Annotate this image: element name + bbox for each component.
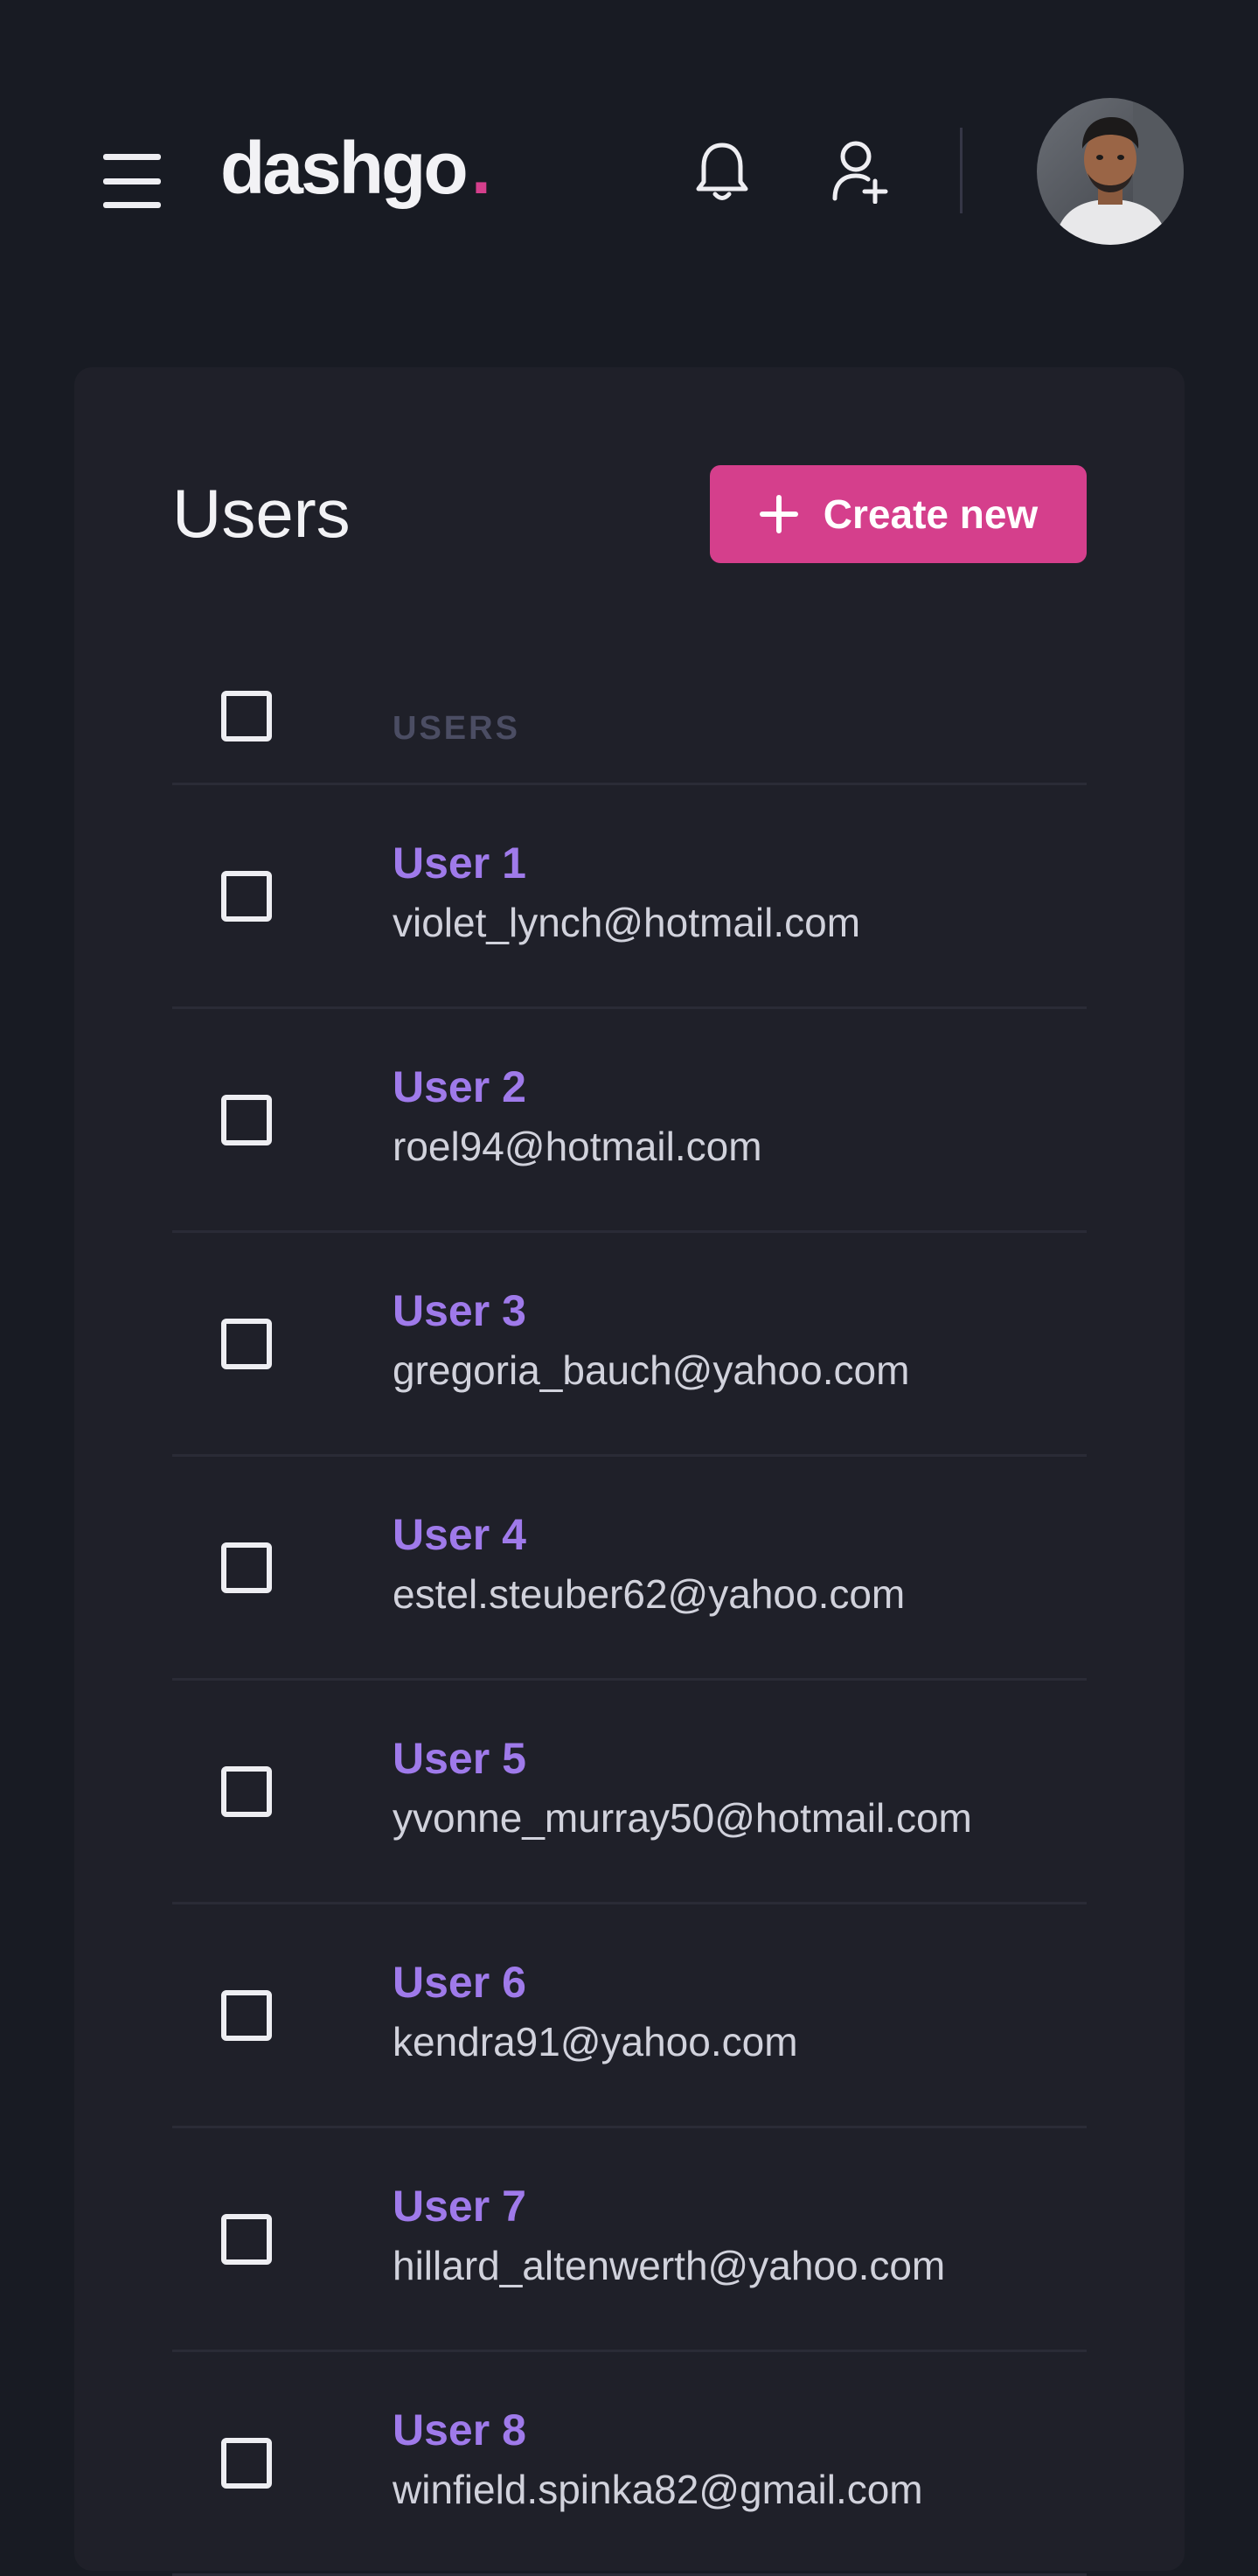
table-row[interactable]: User 8 winfield.spinka82@gmail.com — [172, 2352, 1087, 2576]
hamburger-menu-icon[interactable] — [103, 154, 164, 208]
row-checkbox[interactable] — [221, 1542, 272, 1593]
top-header: dashgo. — [0, 0, 1258, 350]
logo[interactable]: dashgo. — [220, 131, 491, 205]
plus-icon — [759, 495, 798, 533]
user-email: hillard_altenwerth@yahoo.com — [393, 2243, 946, 2288]
avatar[interactable] — [1037, 98, 1184, 245]
user-email: violet_lynch@hotmail.com — [393, 900, 861, 945]
row-checkbox[interactable] — [221, 2214, 272, 2265]
user-email: roel94@hotmail.com — [393, 1124, 762, 1169]
row-checkbox[interactable] — [221, 1766, 272, 1817]
user-email: estel.steuber62@yahoo.com — [393, 1571, 906, 1617]
table-header: USERS — [172, 647, 1087, 785]
logo-dot: . — [470, 127, 491, 209]
user-name[interactable]: User 5 — [393, 1737, 526, 1780]
user-email: yvonne_murray50@hotmail.com — [393, 1795, 972, 1841]
user-email: winfield.spinka82@gmail.com — [393, 2467, 923, 2512]
row-checkbox[interactable] — [221, 1990, 272, 2041]
user-name[interactable]: User 4 — [393, 1513, 526, 1556]
users-card: Users Create new USERS User 1 violet_lyn… — [74, 367, 1185, 2576]
table-row[interactable]: User 6 kendra91@yahoo.com — [172, 1904, 1087, 2128]
create-new-button[interactable]: Create new — [710, 465, 1087, 563]
table-row[interactable]: User 7 hillard_altenwerth@yahoo.com — [172, 2128, 1087, 2352]
select-all-checkbox[interactable] — [221, 691, 272, 741]
user-name[interactable]: User 7 — [393, 2184, 526, 2228]
users-table: USERS User 1 violet_lynch@hotmail.com Us… — [172, 647, 1087, 2576]
user-name[interactable]: User 2 — [393, 1065, 526, 1109]
row-checkbox[interactable] — [221, 871, 272, 922]
row-checkbox[interactable] — [221, 2438, 272, 2489]
page-title: Users — [172, 475, 351, 552]
row-checkbox[interactable] — [221, 1319, 272, 1369]
user-name[interactable]: User 3 — [393, 1289, 526, 1333]
table-row[interactable]: User 5 yvonne_murray50@hotmail.com — [172, 1681, 1087, 1904]
row-checkbox[interactable] — [221, 1095, 272, 1145]
table-row[interactable]: User 1 violet_lynch@hotmail.com — [172, 785, 1087, 1009]
bell-icon[interactable] — [687, 136, 757, 206]
user-name[interactable]: User 1 — [393, 841, 526, 885]
user-name[interactable]: User 6 — [393, 1960, 526, 2004]
user-email: kendra91@yahoo.com — [393, 2019, 798, 2064]
table-row[interactable]: User 4 estel.steuber62@yahoo.com — [172, 1457, 1087, 1681]
table-row[interactable]: User 2 roel94@hotmail.com — [172, 1009, 1087, 1233]
user-name[interactable]: User 8 — [393, 2408, 526, 2452]
create-new-label: Create new — [823, 491, 1039, 537]
header-divider — [960, 128, 963, 213]
table-row[interactable]: User 3 gregoria_bauch@yahoo.com — [172, 1233, 1087, 1457]
user-email: gregoria_bauch@yahoo.com — [393, 1347, 910, 1393]
column-header-users: USERS — [393, 710, 520, 747]
user-plus-icon[interactable] — [825, 136, 895, 206]
